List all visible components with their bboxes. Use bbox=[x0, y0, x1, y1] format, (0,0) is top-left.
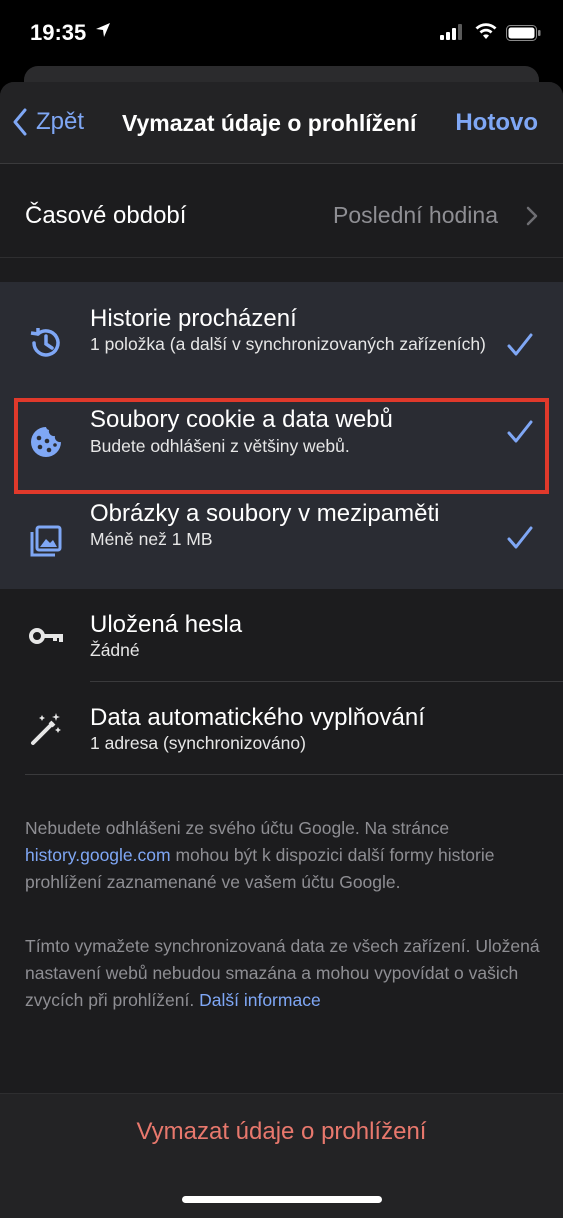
item-title: Data automatického vyplňování bbox=[90, 704, 425, 731]
item-subtitle: Méně než 1 MB bbox=[90, 529, 213, 549]
item-title: Uložená hesla bbox=[90, 611, 243, 638]
done-button[interactable]: Hotovo bbox=[455, 109, 538, 137]
back-button[interactable]: Zpět bbox=[12, 108, 84, 136]
magic-wand-icon bbox=[31, 713, 61, 745]
item-subtitle: 1 adresa (synchronizováno) bbox=[90, 733, 306, 753]
chevron-right-icon bbox=[526, 206, 538, 226]
cookie-icon bbox=[31, 427, 61, 457]
status-bar: 19:35 bbox=[0, 0, 563, 62]
clear-browsing-data-sheet: Zpět Vymazat údaje o prohlížení Hotovo Č… bbox=[0, 82, 563, 1218]
navigation-bar: Zpět Vymazat údaje o prohlížení Hotovo bbox=[0, 82, 563, 164]
time-range-value: Poslední hodina bbox=[333, 202, 498, 228]
divider bbox=[25, 774, 563, 775]
item-subtitle: Žádné bbox=[90, 640, 140, 660]
images-icon bbox=[30, 525, 62, 557]
list-item-autofill[interactable]: Data automatického vyplňování 1 adresa (… bbox=[0, 682, 563, 775]
key-icon bbox=[29, 628, 63, 644]
list-item-saved-passwords[interactable]: Uložená hesla Žádné bbox=[0, 589, 563, 682]
history-google-link[interactable]: history.google.com bbox=[25, 845, 171, 865]
more-info-link[interactable]: Další informace bbox=[199, 990, 321, 1010]
checkmark-icon bbox=[507, 420, 533, 443]
checkmark-icon bbox=[507, 333, 533, 356]
clear-browsing-data-button[interactable]: Vymazat údaje o prohlížení bbox=[0, 1118, 563, 1146]
footer-note-google-account: Nebudete odhlášeni ze svého účtu Google.… bbox=[25, 815, 540, 896]
item-subtitle: Budete odhlášeni z většiny webů. bbox=[90, 436, 350, 456]
footer-note-text: Nebudete odhlášeni ze svého účtu Google.… bbox=[25, 818, 450, 838]
item-subtitle: 1 položka (a další v synchronizovaných z… bbox=[90, 334, 486, 354]
status-time: 19:35 bbox=[30, 20, 87, 45]
footer-note-sync: Tímto vymažete synchronizovaná data ze v… bbox=[25, 933, 540, 1014]
back-button-label: Zpět bbox=[36, 108, 85, 135]
chevron-left-icon bbox=[13, 108, 27, 136]
list-item-cookies[interactable]: Soubory cookie a data webů Budete odhláš… bbox=[0, 404, 563, 492]
cellular-signal-icon bbox=[440, 24, 462, 40]
list-item-cached-images[interactable]: Obrázky a soubory v mezipaměti Méně než … bbox=[0, 492, 563, 588]
time-range-row[interactable]: Časové období Poslední hodina bbox=[0, 174, 563, 258]
checkmark-icon bbox=[507, 526, 533, 549]
location-arrow-icon bbox=[96, 23, 110, 37]
item-title: Soubory cookie a data webů bbox=[90, 406, 393, 433]
battery-icon bbox=[506, 25, 541, 41]
page-title: Vymazat údaje o prohlížení bbox=[122, 110, 417, 136]
item-title: Obrázky a soubory v mezipaměti bbox=[90, 500, 440, 527]
list-item-history[interactable]: Historie procházení 1 položka (a další v… bbox=[0, 282, 563, 392]
home-indicator[interactable] bbox=[182, 1196, 382, 1203]
item-title: Historie procházení bbox=[90, 305, 297, 332]
time-range-label: Časové období bbox=[25, 202, 187, 229]
wifi-icon bbox=[475, 23, 497, 39]
history-icon bbox=[30, 328, 60, 357]
